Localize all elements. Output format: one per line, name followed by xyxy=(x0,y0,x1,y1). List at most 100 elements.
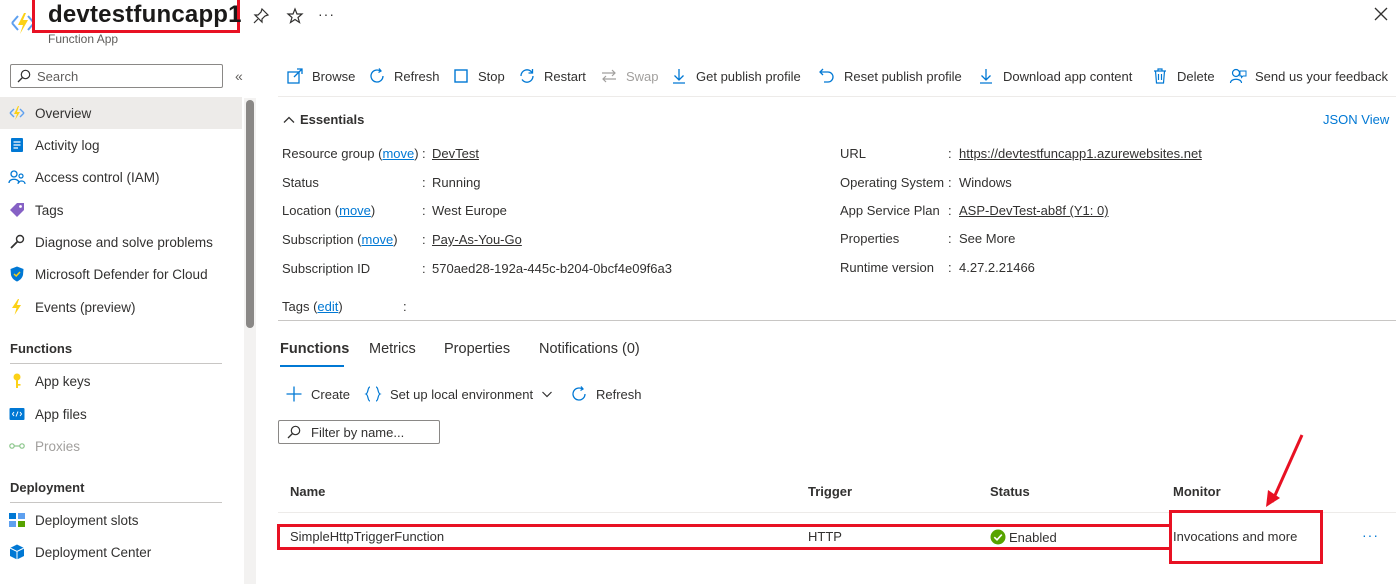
resource-group-value[interactable]: DevTest xyxy=(432,146,479,161)
sidebar-item-label: App keys xyxy=(35,373,91,389)
refresh-button[interactable]: Refresh xyxy=(368,66,440,86)
plus-icon xyxy=(285,385,303,403)
location-label: Location (move) xyxy=(282,203,376,218)
subscription-value[interactable]: Pay-As-You-Go xyxy=(432,232,522,247)
colon: : xyxy=(948,260,952,275)
subscription-id-label: Subscription ID xyxy=(282,261,371,276)
braces-icon xyxy=(364,385,382,403)
status-label: Status xyxy=(282,175,319,190)
reset-publish-profile-button[interactable]: Reset publish profile xyxy=(818,66,962,86)
stop-button[interactable]: Stop xyxy=(452,66,505,86)
json-view-link[interactable]: JSON View xyxy=(1323,112,1389,127)
sidebar-search[interactable] xyxy=(10,64,223,88)
sidebar-item-tags[interactable]: Tags xyxy=(0,194,242,226)
tab-notifications[interactable]: Notifications (0) xyxy=(539,341,640,357)
search-icon xyxy=(287,425,301,439)
column-header-status[interactable]: Status xyxy=(990,484,1030,499)
url-value[interactable]: https://devtestfuncapp1.azurewebsites.ne… xyxy=(959,146,1202,161)
tags-label-text: Tags xyxy=(282,299,310,314)
sidebar-item-access-control[interactable]: Access control (IAM) xyxy=(0,161,242,193)
function-app-icon xyxy=(8,104,26,122)
sidebar-item-label: Microsoft Defender for Cloud xyxy=(35,266,208,282)
row-more-options-icon[interactable]: ··· xyxy=(1362,527,1379,543)
more-options-icon[interactable]: ··· xyxy=(318,6,335,22)
sidebar-section-functions: Functions xyxy=(10,341,73,356)
restart-icon xyxy=(518,67,536,85)
sidebar-divider xyxy=(10,502,222,503)
delete-label: Delete xyxy=(1177,68,1215,84)
sidebar-item-diagnose[interactable]: Diagnose and solve problems xyxy=(0,226,242,258)
tab-properties[interactable]: Properties xyxy=(444,341,510,357)
collapse-sidebar-icon[interactable]: « xyxy=(235,68,243,84)
restart-button[interactable]: Restart xyxy=(518,66,586,86)
column-header-monitor[interactable]: Monitor xyxy=(1173,484,1221,499)
sidebar-item-proxies[interactable]: Proxies xyxy=(0,430,242,462)
get-publish-profile-button[interactable]: Get publish profile xyxy=(670,66,801,86)
sidebar-item-overview[interactable]: Overview xyxy=(0,97,242,129)
sidebar-item-deployment-center[interactable]: Deployment Center xyxy=(0,536,242,568)
resource-group-label: Resource group (move) xyxy=(282,146,419,161)
see-more-link[interactable]: See More xyxy=(959,231,1015,246)
key-icon xyxy=(8,372,26,390)
trash-icon xyxy=(1151,67,1169,85)
undo-icon xyxy=(818,67,836,85)
status-value: Running xyxy=(432,175,481,190)
essentials-toggle[interactable]: Essentials xyxy=(282,112,364,127)
browse-button[interactable]: Browse xyxy=(286,66,355,86)
runtime-version-label: Runtime version xyxy=(840,260,934,275)
column-header-name[interactable]: Name xyxy=(290,484,325,499)
app-service-plan-value[interactable]: ASP-DevTest-ab8f (Y1: 0) xyxy=(959,203,1109,218)
resource-group-move-link[interactable]: move xyxy=(382,146,414,161)
sidebar-item-events[interactable]: Events (preview) xyxy=(0,291,242,323)
star-icon[interactable] xyxy=(286,7,304,25)
filter-input[interactable] xyxy=(311,424,437,440)
pin-icon[interactable] xyxy=(252,7,270,25)
search-input[interactable] xyxy=(37,68,217,84)
sidebar-item-deployment-slots[interactable]: Deployment slots xyxy=(0,504,242,536)
location-move-link[interactable]: move xyxy=(339,203,371,218)
colon: : xyxy=(422,261,426,276)
download-app-content-button[interactable]: Download app content xyxy=(977,66,1132,86)
local-environment-dropdown[interactable]: Set up local environment xyxy=(364,384,553,404)
sidebar-item-label: App files xyxy=(35,406,87,422)
function-row-annotation-box xyxy=(277,524,1172,550)
wrench-icon xyxy=(8,233,26,251)
filter-box[interactable] xyxy=(278,420,440,444)
column-header-trigger[interactable]: Trigger xyxy=(808,484,852,499)
create-function-button[interactable]: Create xyxy=(285,384,350,404)
sidebar-item-app-keys[interactable]: App keys xyxy=(0,365,242,397)
tab-functions[interactable]: Functions xyxy=(280,341,349,357)
sidebar-item-app-files[interactable]: App files xyxy=(0,398,242,430)
delete-button[interactable]: Delete xyxy=(1151,66,1215,86)
location-value: West Europe xyxy=(432,203,507,218)
annotation-arrow-icon xyxy=(1258,432,1308,512)
tags-edit-link[interactable]: edit xyxy=(317,299,338,314)
tab-metrics[interactable]: Metrics xyxy=(369,341,416,357)
search-icon xyxy=(17,69,31,83)
sidebar-item-label: Diagnose and solve problems xyxy=(35,234,213,250)
close-icon[interactable] xyxy=(1373,6,1389,22)
tag-icon xyxy=(8,201,26,219)
properties-label: Properties xyxy=(840,231,900,246)
stop-label: Stop xyxy=(478,68,505,84)
chevron-down-icon xyxy=(541,388,553,400)
swap-icon xyxy=(600,67,618,85)
sidebar-item-label: Events (preview) xyxy=(35,299,136,315)
subscription-move-link[interactable]: move xyxy=(362,232,394,247)
sidebar-item-label: Access control (IAM) xyxy=(35,169,160,185)
url-label: URL xyxy=(840,146,867,161)
sidebar-scrollbar-thumb[interactable] xyxy=(246,100,254,328)
code-file-icon xyxy=(8,405,26,423)
send-feedback-button[interactable]: Send us your feedback xyxy=(1229,66,1388,86)
sidebar-item-label: Deployment Center xyxy=(35,544,152,560)
sidebar-item-defender[interactable]: Microsoft Defender for Cloud xyxy=(0,258,242,290)
sidebar-item-label: Tags xyxy=(35,202,64,218)
swap-button[interactable]: Swap xyxy=(600,66,659,86)
sidebar-item-activity-log[interactable]: Activity log xyxy=(0,129,242,161)
swap-label: Swap xyxy=(626,68,659,84)
feedback-icon xyxy=(1229,67,1247,85)
sidebar-item-label: Deployment slots xyxy=(35,512,139,528)
refresh-functions-button[interactable]: Refresh xyxy=(570,384,642,404)
refresh-label: Refresh xyxy=(394,68,440,84)
reset-publish-profile-label: Reset publish profile xyxy=(844,68,962,84)
